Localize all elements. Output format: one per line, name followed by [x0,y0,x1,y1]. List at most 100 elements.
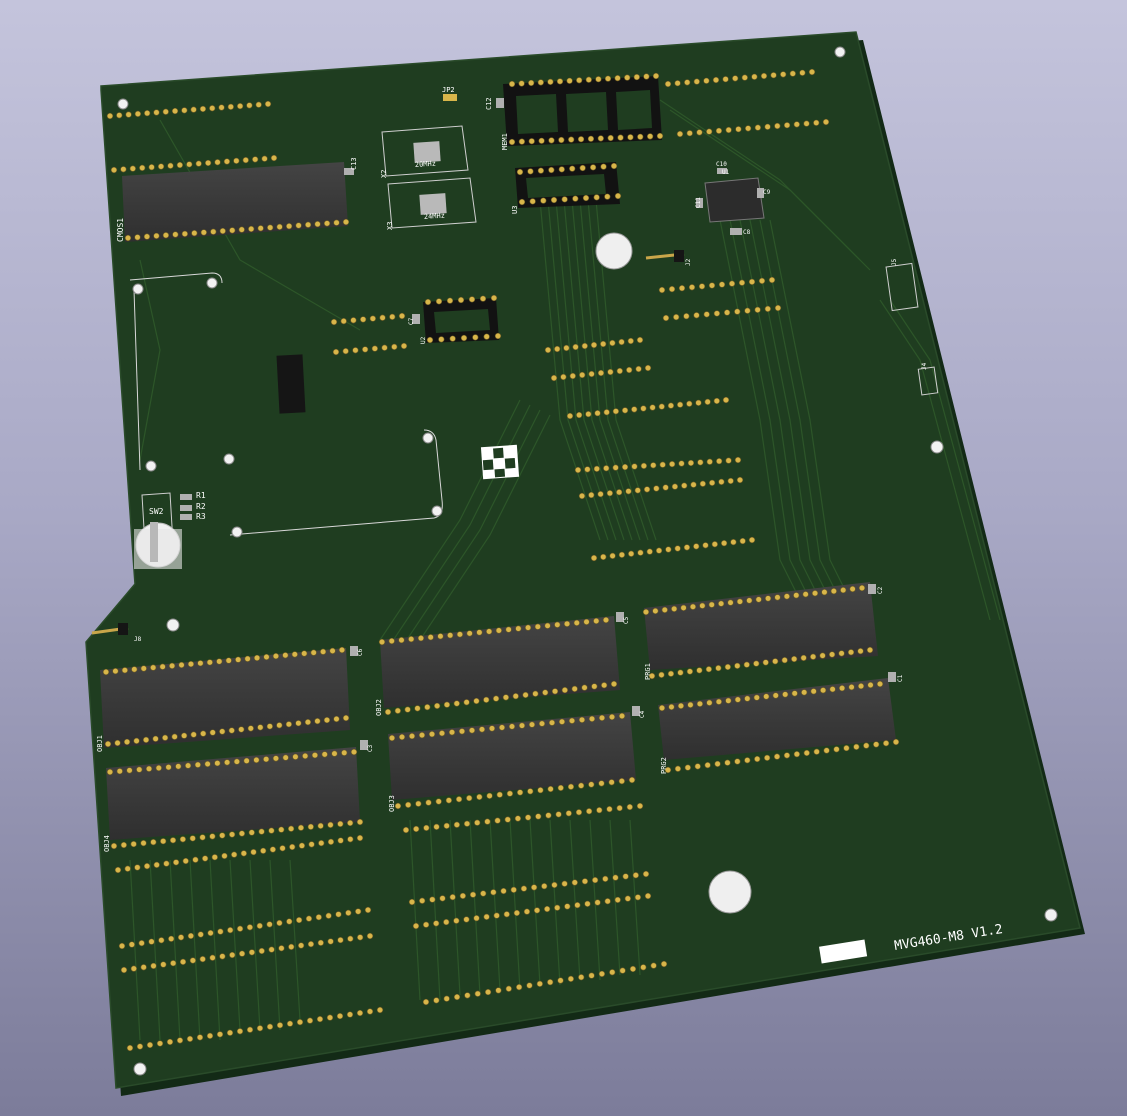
solder-pad [744,695,751,702]
solder-pad [558,166,565,173]
solder-pad [502,694,510,701]
solder-pad [317,822,324,829]
solder-pad [337,936,344,944]
solder-pad [738,279,746,286]
solder-pad [715,127,723,134]
solder-pad [732,75,739,82]
label-j8: J8 [134,636,142,643]
solder-pad [618,551,625,558]
solder-pad [210,228,217,235]
solder-pad [722,396,730,404]
solder-pad [581,878,589,885]
solder-pad [118,942,126,950]
solder-pad [260,847,267,854]
solder-pad [186,1035,194,1042]
solder-pad [568,136,575,143]
solder-pad [296,916,303,924]
solder-pad [214,159,221,166]
solder-pad [619,967,626,974]
solder-pad [603,465,610,472]
solder-pad [838,685,846,692]
solder-pad [266,723,273,730]
solder-pad [617,134,624,141]
solder-pad [157,163,165,170]
solder-pad [571,879,578,886]
solder-pad [644,892,652,900]
solder-pad [561,686,568,694]
solder-pad [307,823,314,830]
solder-pad [463,699,470,706]
solder-pad [699,602,706,609]
solder-pad [607,368,614,376]
solder-pad [327,838,335,845]
solder-pad [412,922,420,930]
solder-pad [772,692,779,699]
solder-pad [668,285,676,293]
solder-pad [350,317,357,324]
label-c1: C1 [897,674,904,682]
solder-pad [238,950,246,957]
solder-pad [153,232,160,240]
solder-pad [764,123,771,130]
solder-pad [347,836,354,843]
solder-pad [564,903,571,910]
solder-pad [579,371,586,379]
solder-pad [602,616,610,624]
solder-pad [520,885,528,892]
solder-pad [458,728,466,735]
solder-pad [243,757,250,764]
solder-pad [148,938,155,945]
solder-pad [264,100,272,108]
solder-pad [764,305,771,313]
solder-pad [447,632,454,639]
solder-pad [819,652,826,659]
solder-pad [268,946,275,953]
solder-pad [709,479,716,486]
solder-pad [302,752,309,760]
solder-pad [236,1028,244,1035]
solder-pad [627,134,634,141]
solder-pad [574,466,582,474]
solder-pad [545,812,552,819]
solder-pad [175,763,182,770]
solder-pad [684,764,691,771]
solder-pad [724,663,731,671]
solder-pad [172,859,180,866]
solder-pad [650,962,657,969]
solder-pad [678,285,686,292]
solder-pad [621,407,629,414]
label-cmos: CMOS1 [116,218,125,242]
solder-pad [830,588,837,595]
solder-pad [603,409,610,416]
solder-pad [716,458,723,465]
solder-pad [369,315,376,322]
solder-pad [770,72,777,79]
solder-pad [209,954,216,961]
solder-pad [516,168,524,176]
solder-pad [569,372,576,380]
solder-pad [644,364,652,372]
solder-pad [590,341,598,349]
solder-pad [217,928,224,935]
solder-pad [192,856,199,863]
solder-pad [600,163,607,170]
solder-pad [537,167,544,174]
solder-pad [567,975,574,982]
solder-pad [459,892,466,900]
solder-pad [753,660,760,667]
solder-pad [586,808,593,815]
solder-pad [774,594,781,601]
solder-pad [199,956,206,963]
solder-pad [495,987,502,994]
solder-pad [632,872,639,879]
solder-pad [744,757,751,764]
solder-pad [483,913,490,920]
solder-pad [342,714,350,722]
solder-pad [606,806,613,813]
solder-pad [256,922,263,929]
solder-pad [843,744,850,752]
label-obj4: OBJ4 [103,835,111,852]
solder-pad [266,921,273,928]
label-c6: C6 [357,648,364,656]
solder-pad [515,625,522,632]
